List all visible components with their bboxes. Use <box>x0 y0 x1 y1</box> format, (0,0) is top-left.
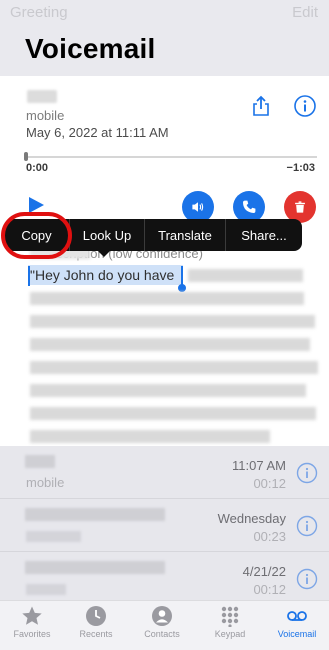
menu-item-share[interactable]: Share... <box>226 219 302 251</box>
tab-label: Voicemail <box>277 629 317 639</box>
row-time: 11:07 AM <box>232 458 286 473</box>
tab-voicemail[interactable]: Voicemail <box>265 601 329 650</box>
speaker-icon <box>192 202 204 212</box>
tab-recents[interactable]: Recents <box>64 601 128 650</box>
transcript-redacted-line <box>30 361 318 374</box>
tab-label: Keypad <box>214 629 246 639</box>
tab-favorites[interactable]: Favorites <box>0 601 64 650</box>
scrubber-handle[interactable] <box>24 152 28 161</box>
copy-highlight-circle <box>1 212 72 259</box>
caller-subtitle-redacted <box>26 584 66 595</box>
transcript-redacted-line <box>30 315 315 328</box>
row-time: 4/21/22 <box>242 564 286 579</box>
row-duration: 00:23 <box>253 529 286 544</box>
caller-subtitle-redacted <box>26 531 81 542</box>
star-icon <box>22 606 42 625</box>
transcript-redacted-line <box>30 430 270 443</box>
info-icon[interactable] <box>296 515 318 537</box>
list-item[interactable]: Wednesday 00:23 <box>0 499 329 552</box>
menu-item-look-up[interactable]: Look Up <box>70 219 144 251</box>
tab-label: Recents <box>79 629 113 639</box>
row-time: Wednesday <box>217 511 286 526</box>
caller-name-redacted <box>27 90 57 103</box>
tab-contacts[interactable]: Contacts <box>130 601 194 650</box>
caller-label: mobile <box>26 108 65 123</box>
menu-item-translate[interactable]: Translate <box>145 219 225 251</box>
clock-icon <box>86 606 106 626</box>
trash-icon <box>295 201 305 213</box>
row-duration: 00:12 <box>253 476 286 491</box>
share-icon[interactable] <box>250 95 272 117</box>
info-icon[interactable] <box>296 462 318 484</box>
info-icon[interactable] <box>296 568 318 590</box>
page-title: Voicemail <box>25 33 156 64</box>
transcript-redacted-line <box>188 269 303 282</box>
transcript-redacted-line <box>30 338 310 351</box>
caller-name-redacted <box>25 508 165 521</box>
transcript-redacted-line <box>30 407 316 420</box>
selection-start-handle[interactable] <box>28 266 30 286</box>
transcript-redacted-line <box>30 292 304 305</box>
tab-keypad[interactable]: Keypad <box>198 601 262 650</box>
row-subtitle: mobile <box>26 475 65 490</box>
greeting-button[interactable]: Greeting <box>10 4 68 21</box>
info-icon[interactable] <box>293 94 317 118</box>
tab-label: Contacts <box>144 629 180 639</box>
list-item[interactable]: mobile 11:07 AM 00:12 <box>0 446 329 499</box>
person-icon <box>152 606 172 626</box>
row-duration: 00:12 <box>253 582 286 597</box>
edit-button[interactable]: Edit <box>292 4 318 21</box>
context-menu-pointer <box>96 249 112 257</box>
voicemail-screen: Greeting Edit Voicemail mobile May 6, 20… <box>0 0 329 650</box>
voicemail-icon <box>287 611 307 621</box>
phone-icon <box>243 200 256 213</box>
voicemail-datetime: May 6, 2022 at 11:11 AM <box>26 125 169 140</box>
elapsed-time: 0:00 <box>26 162 49 174</box>
selected-transcript-text[interactable]: "Hey John do you have <box>30 267 174 283</box>
selection-end-handle[interactable] <box>181 266 183 286</box>
selection-end-knob[interactable] <box>178 284 186 292</box>
transcript-redacted-line <box>30 384 306 397</box>
list-item[interactable]: 4/21/22 00:12 <box>0 552 329 605</box>
tab-bar: Favorites Recents Contacts Keypad Voicem… <box>0 600 329 650</box>
caller-name-redacted <box>25 561 165 574</box>
keypad-icon <box>221 606 239 627</box>
tab-label: Favorites <box>13 629 51 639</box>
top-bar: Greeting Edit Voicemail <box>0 0 329 76</box>
voicemail-list: mobile 11:07 AM 00:12 Wednesday 00:23 4/… <box>0 446 329 605</box>
caller-name-redacted <box>25 455 55 468</box>
playback-scrubber[interactable] <box>26 156 317 158</box>
remaining-time: −1:03 <box>286 162 315 174</box>
